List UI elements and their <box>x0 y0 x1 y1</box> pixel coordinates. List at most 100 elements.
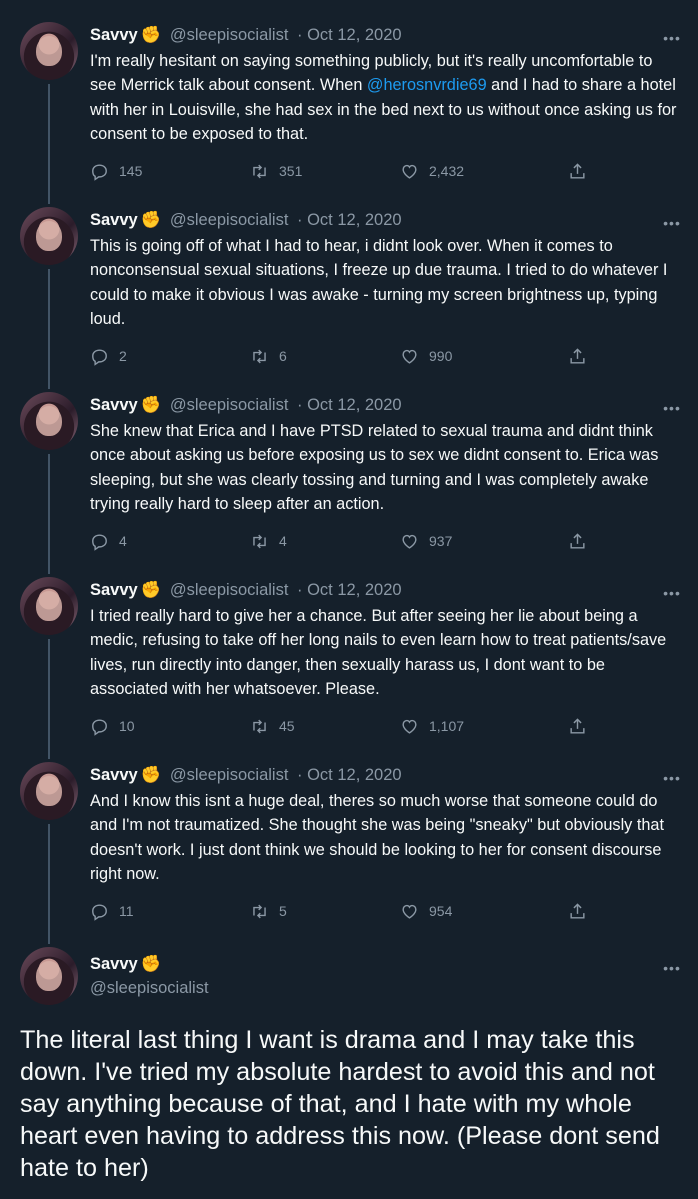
retweet-button[interactable]: 4 <box>250 530 287 552</box>
tweet-header: Savvy ✊ @sleepisocialist · Oct 12, 2020 <box>90 26 402 50</box>
tweet-text: I tried really hard to give her a chance… <box>90 607 667 698</box>
like-count: 937 <box>429 533 453 549</box>
retweet-button[interactable]: 45 <box>250 715 295 737</box>
tweet-date[interactable]: Oct 12, 2020 <box>307 396 401 414</box>
tweet-text: I'm really hesitant on saying something … <box>90 49 680 146</box>
like-button[interactable]: 2,432 <box>400 160 464 182</box>
tweet-header: Savvy ✊ @sleepisocialist · Oct 12, 2020 <box>90 581 402 605</box>
tweet-5: Savvy ✊ @sleepisocialist · Oct 12, 2020 •… <box>0 740 698 944</box>
share-button[interactable] <box>568 345 587 367</box>
more-icon[interactable]: ••• <box>662 586 682 600</box>
tweet-text: This is going off of what I had to hear,… <box>90 237 668 328</box>
reply-button[interactable]: 10 <box>90 715 135 737</box>
display-name[interactable]: Savvy <box>90 211 138 229</box>
handle[interactable]: @sleepisocialist <box>170 581 289 599</box>
retweet-button[interactable]: 351 <box>250 160 302 182</box>
share-icon <box>570 902 585 919</box>
separator-dot: · <box>297 396 303 414</box>
retweet-button[interactable]: 5 <box>250 900 287 922</box>
more-icon[interactable]: ••• <box>662 961 682 975</box>
avatar[interactable] <box>20 22 78 80</box>
reply-count: 10 <box>119 718 135 734</box>
like-icon <box>402 719 417 734</box>
handle[interactable]: @sleepisocialist <box>170 26 289 44</box>
retweet-count: 45 <box>279 718 295 734</box>
share-icon <box>570 347 585 364</box>
share-button[interactable] <box>568 715 587 737</box>
share-button[interactable] <box>568 530 587 552</box>
retweet-icon <box>253 164 266 178</box>
more-icon[interactable]: ••• <box>662 216 682 230</box>
share-icon <box>570 162 585 179</box>
avatar[interactable] <box>20 207 78 265</box>
display-name[interactable]: Savvy <box>90 26 138 44</box>
fist-icon: ✊ <box>140 581 162 599</box>
display-name[interactable]: Savvy <box>90 396 138 414</box>
share-button[interactable] <box>568 160 587 182</box>
like-count: 2,432 <box>429 163 465 179</box>
display-name[interactable]: Savvy ✊ <box>90 955 161 974</box>
tweet-date[interactable]: Oct 12, 2020 <box>307 211 401 229</box>
tweet-date[interactable]: Oct 12, 2020 <box>307 26 401 44</box>
like-button[interactable]: 990 <box>400 345 452 367</box>
like-icon <box>402 534 417 549</box>
avatar[interactable] <box>20 762 78 820</box>
tweet-header: Savvy ✊ @sleepisocialist · Oct 12, 2020 <box>90 211 402 235</box>
like-count: 1,107 <box>429 718 465 734</box>
display-name[interactable]: Savvy <box>90 581 138 599</box>
tweet-text: She knew that Erica and I have PTSD rela… <box>90 422 659 513</box>
separator-dot: · <box>297 766 303 784</box>
retweet-icon <box>253 719 266 733</box>
avatar[interactable] <box>20 392 78 450</box>
like-button[interactable]: 954 <box>400 900 452 922</box>
fist-icon: ✊ <box>140 766 162 784</box>
share-icon <box>570 717 585 734</box>
tweet-actions: 10 45 1,107 <box>90 715 610 737</box>
retweet-button[interactable]: 6 <box>250 345 287 367</box>
retweet-count: 4 <box>279 533 287 549</box>
handle[interactable]: @sleepisocialist <box>90 979 209 998</box>
separator-dot: · <box>297 211 303 229</box>
like-button[interactable]: 937 <box>400 530 452 552</box>
handle[interactable]: @sleepisocialist <box>170 396 289 414</box>
tweet-text: And I know this isnt a huge deal, theres… <box>90 792 665 883</box>
more-icon[interactable]: ••• <box>662 401 682 415</box>
fist-icon: ✊ <box>140 211 162 229</box>
reply-button[interactable]: 11 <box>90 900 134 922</box>
reply-count: 2 <box>119 348 127 364</box>
tweet-date[interactable]: Oct 12, 2020 <box>307 581 401 599</box>
reply-icon <box>92 718 107 736</box>
like-icon <box>402 164 417 179</box>
reply-button[interactable]: 4 <box>90 530 127 552</box>
tweet-date[interactable]: Oct 12, 2020 <box>307 766 401 784</box>
fist-icon: ✊ <box>140 396 162 414</box>
retweet-count: 351 <box>279 163 303 179</box>
reply-count: 11 <box>119 903 134 919</box>
retweet-count: 6 <box>279 348 287 364</box>
more-icon[interactable]: ••• <box>662 31 682 45</box>
retweet-count: 5 <box>279 903 287 919</box>
fist-icon: ✊ <box>140 26 162 44</box>
avatar[interactable] <box>20 577 78 635</box>
tweet-2: Savvy ✊ @sleepisocialist · Oct 12, 2020 •… <box>0 185 698 389</box>
more-icon[interactable]: ••• <box>662 771 682 785</box>
retweet-icon <box>253 349 266 363</box>
reply-button[interactable]: 145 <box>90 160 142 182</box>
handle[interactable]: @sleepisocialist <box>170 766 289 784</box>
like-button[interactable]: 1,107 <box>400 715 464 737</box>
reply-icon <box>92 348 107 366</box>
reply-icon <box>92 533 107 551</box>
display-name-text: Savvy <box>90 955 138 973</box>
avatar[interactable] <box>20 947 78 1005</box>
reply-icon <box>92 163 107 181</box>
final-tweet: Savvy ✊ @sleepisocialist ••• The literal … <box>0 925 698 1199</box>
reply-button[interactable]: 2 <box>90 345 127 367</box>
mention-link[interactable]: @herosnvrdie69 <box>367 76 487 94</box>
tweet-3: Savvy ✊ @sleepisocialist · Oct 12, 2020 •… <box>0 370 698 574</box>
tweet-4: Savvy ✊ @sleepisocialist · Oct 12, 2020 •… <box>0 555 698 759</box>
handle[interactable]: @sleepisocialist <box>170 211 289 229</box>
display-name[interactable]: Savvy <box>90 766 138 784</box>
share-button[interactable] <box>568 900 587 922</box>
tweet-actions: 2 6 990 <box>90 345 610 367</box>
share-icon <box>570 532 585 549</box>
